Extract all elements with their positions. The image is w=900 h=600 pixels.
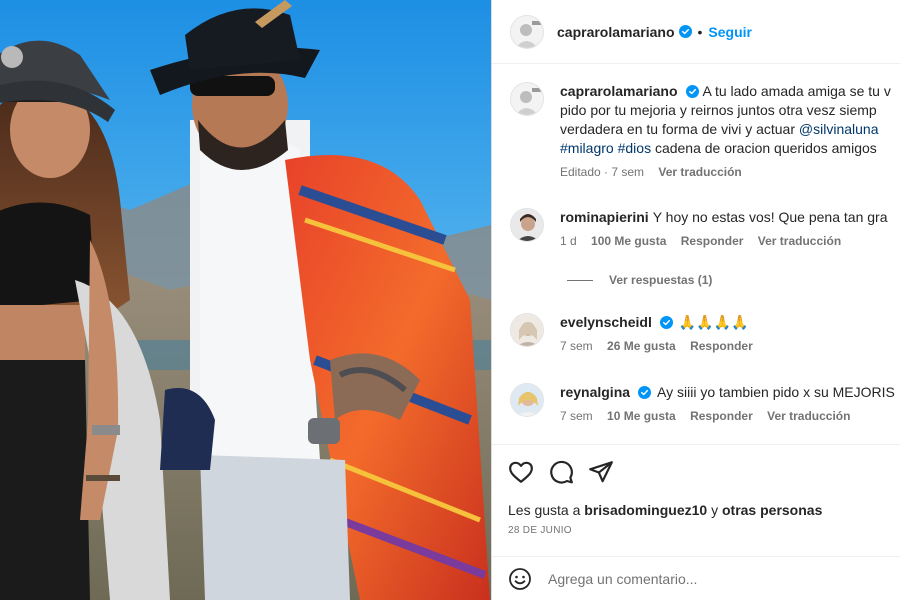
- caption-text: cadena de oracion queridos amigos: [651, 140, 877, 156]
- hashtag-link[interactable]: #milagro: [560, 140, 614, 156]
- comment-time: 7 sem: [560, 339, 593, 353]
- comment-text-line: evelynscheidl 🙏🙏🙏🙏: [560, 313, 764, 332]
- post-image: [0, 0, 491, 600]
- instagram-post-view: caprarolamariano • Seguir caprarolamaria…: [0, 0, 900, 600]
- avatar-image: [511, 83, 543, 115]
- comment-meta: 7 sem 10 Me gusta Responder Ver traducci…: [560, 409, 895, 423]
- other-likers-link[interactable]: otras personas: [722, 502, 822, 518]
- post-header: caprarolamariano • Seguir: [492, 0, 900, 64]
- caption-meta: Editado · 7 sem Ver traducción: [560, 165, 891, 179]
- likes-middle: y: [707, 502, 722, 518]
- avatar[interactable]: [510, 313, 544, 347]
- comment-text-line: reynalgina Ay siiii yo tambien pido x su …: [560, 383, 895, 402]
- hashtag-link[interactable]: #dios: [618, 140, 651, 156]
- comment-text: Y hoy no estas vos! Que pena tan gra: [652, 209, 888, 225]
- comment-text-line: rominapierini Y hoy no estas vos! Que pen…: [560, 208, 887, 227]
- post-date: 28 DE JUNIO: [508, 525, 572, 536]
- post-side-panel: caprarolamariano • Seguir caprarolamaria…: [491, 0, 900, 600]
- comment-username[interactable]: reynalgina: [560, 384, 630, 400]
- add-comment-bar: [492, 556, 900, 600]
- comment-body: rominapierini Y hoy no estas vos! Que pen…: [560, 208, 887, 248]
- caption-line-2: pido por tu mejoria y reirnos juntos otr…: [560, 102, 877, 118]
- caption-line-4: #milagro #dios cadena de oracion querido…: [560, 139, 891, 158]
- post-author-username[interactable]: caprarolamariano: [557, 24, 675, 40]
- verified-badge-icon: [685, 85, 699, 98]
- comment-text: 🙏🙏🙏🙏: [678, 314, 749, 330]
- comment-likes[interactable]: 26 Me gusta: [607, 339, 676, 353]
- comment-row: reynalgina Ay siiii yo tambien pido x su …: [510, 383, 900, 423]
- avatar[interactable]: [510, 208, 544, 242]
- reply-button[interactable]: Responder: [681, 234, 744, 248]
- comment-body: evelynscheidl 🙏🙏🙏🙏 7 sem 26 Me gusta Resp…: [560, 313, 764, 353]
- comment-meta: 7 sem 26 Me gusta Responder: [560, 339, 764, 353]
- view-replies-label: Ver respuestas (1): [609, 273, 713, 287]
- post-photo[interactable]: [0, 0, 491, 600]
- liker-username[interactable]: brisadominguez10: [584, 502, 707, 518]
- caption-text: A tu lado amada amiga se tu v: [702, 83, 891, 99]
- caption-line-3: verdadera en tu forma de vivi y actuar @…: [560, 120, 891, 139]
- avatar-image: [511, 209, 543, 241]
- likes-prefix: Les gusta a: [508, 502, 585, 518]
- comment-username[interactable]: evelynscheidl: [560, 314, 652, 330]
- comment-time: 7 sem: [560, 409, 593, 423]
- avatar[interactable]: [510, 82, 544, 116]
- mention-link[interactable]: @silvinaluna: [799, 121, 879, 137]
- comment-text: Ay siiii yo tambien pido x su MEJORIS: [657, 384, 895, 400]
- action-icons: [508, 459, 900, 485]
- comment-likes[interactable]: 100 Me gusta: [591, 234, 666, 248]
- comment-input[interactable]: [548, 570, 848, 587]
- comments-list: caprarolamariano A tu lado amada amiga se…: [492, 64, 900, 444]
- translate-link[interactable]: Ver traducción: [658, 165, 741, 179]
- caption-row: caprarolamariano A tu lado amada amiga se…: [510, 82, 900, 179]
- caption-text: verdadera en tu forma de vivi y actuar: [560, 121, 799, 137]
- comment-meta: 1 d 100 Me gusta Responder Ver traducció…: [560, 234, 887, 248]
- reply-button[interactable]: Responder: [690, 339, 753, 353]
- send-icon[interactable]: [588, 459, 614, 485]
- comment-body: reynalgina Ay siiii yo tambien pido x su …: [560, 383, 895, 423]
- comment-row: rominapierini Y hoy no estas vos! Que pen…: [510, 208, 900, 248]
- avatar[interactable]: [510, 14, 544, 49]
- heart-icon[interactable]: [508, 459, 534, 485]
- translate-link[interactable]: Ver traducción: [767, 409, 850, 423]
- caption-line-1: caprarolamariano A tu lado amada amiga se…: [560, 82, 891, 101]
- avatar-image: [511, 314, 543, 346]
- comment-row: evelynscheidl 🙏🙏🙏🙏 7 sem 26 Me gusta Resp…: [510, 313, 900, 353]
- comment-icon[interactable]: [548, 459, 574, 485]
- comment-username[interactable]: rominapierini: [560, 209, 649, 225]
- replies-divider-line: [567, 279, 593, 281]
- likes-summary: Les gusta a brisadominguez10 y otras per…: [508, 502, 900, 518]
- translate-link[interactable]: Ver traducción: [758, 234, 841, 248]
- post-actions-section: Les gusta a brisadominguez10 y otras per…: [492, 444, 900, 536]
- avatar-image: [511, 15, 543, 48]
- follow-button[interactable]: Seguir: [708, 24, 752, 40]
- avatar-image: [511, 384, 543, 416]
- avatar[interactable]: [510, 383, 544, 417]
- view-replies-button[interactable]: Ver respuestas (1): [567, 273, 712, 287]
- verified-badge-icon: [659, 316, 673, 329]
- verified-badge-icon: [638, 386, 652, 399]
- smiley-icon[interactable]: [508, 567, 532, 591]
- comment-likes[interactable]: 10 Me gusta: [607, 409, 676, 423]
- edited-timestamp: Editado · 7 sem: [560, 165, 645, 179]
- caption-body: caprarolamariano A tu lado amada amiga se…: [560, 82, 891, 179]
- comment-time: 1 d: [560, 234, 577, 248]
- reply-button[interactable]: Responder: [690, 409, 753, 423]
- caption-username[interactable]: caprarolamariano: [560, 83, 678, 99]
- header-separator: •: [697, 23, 703, 40]
- verified-badge-icon: [678, 25, 692, 38]
